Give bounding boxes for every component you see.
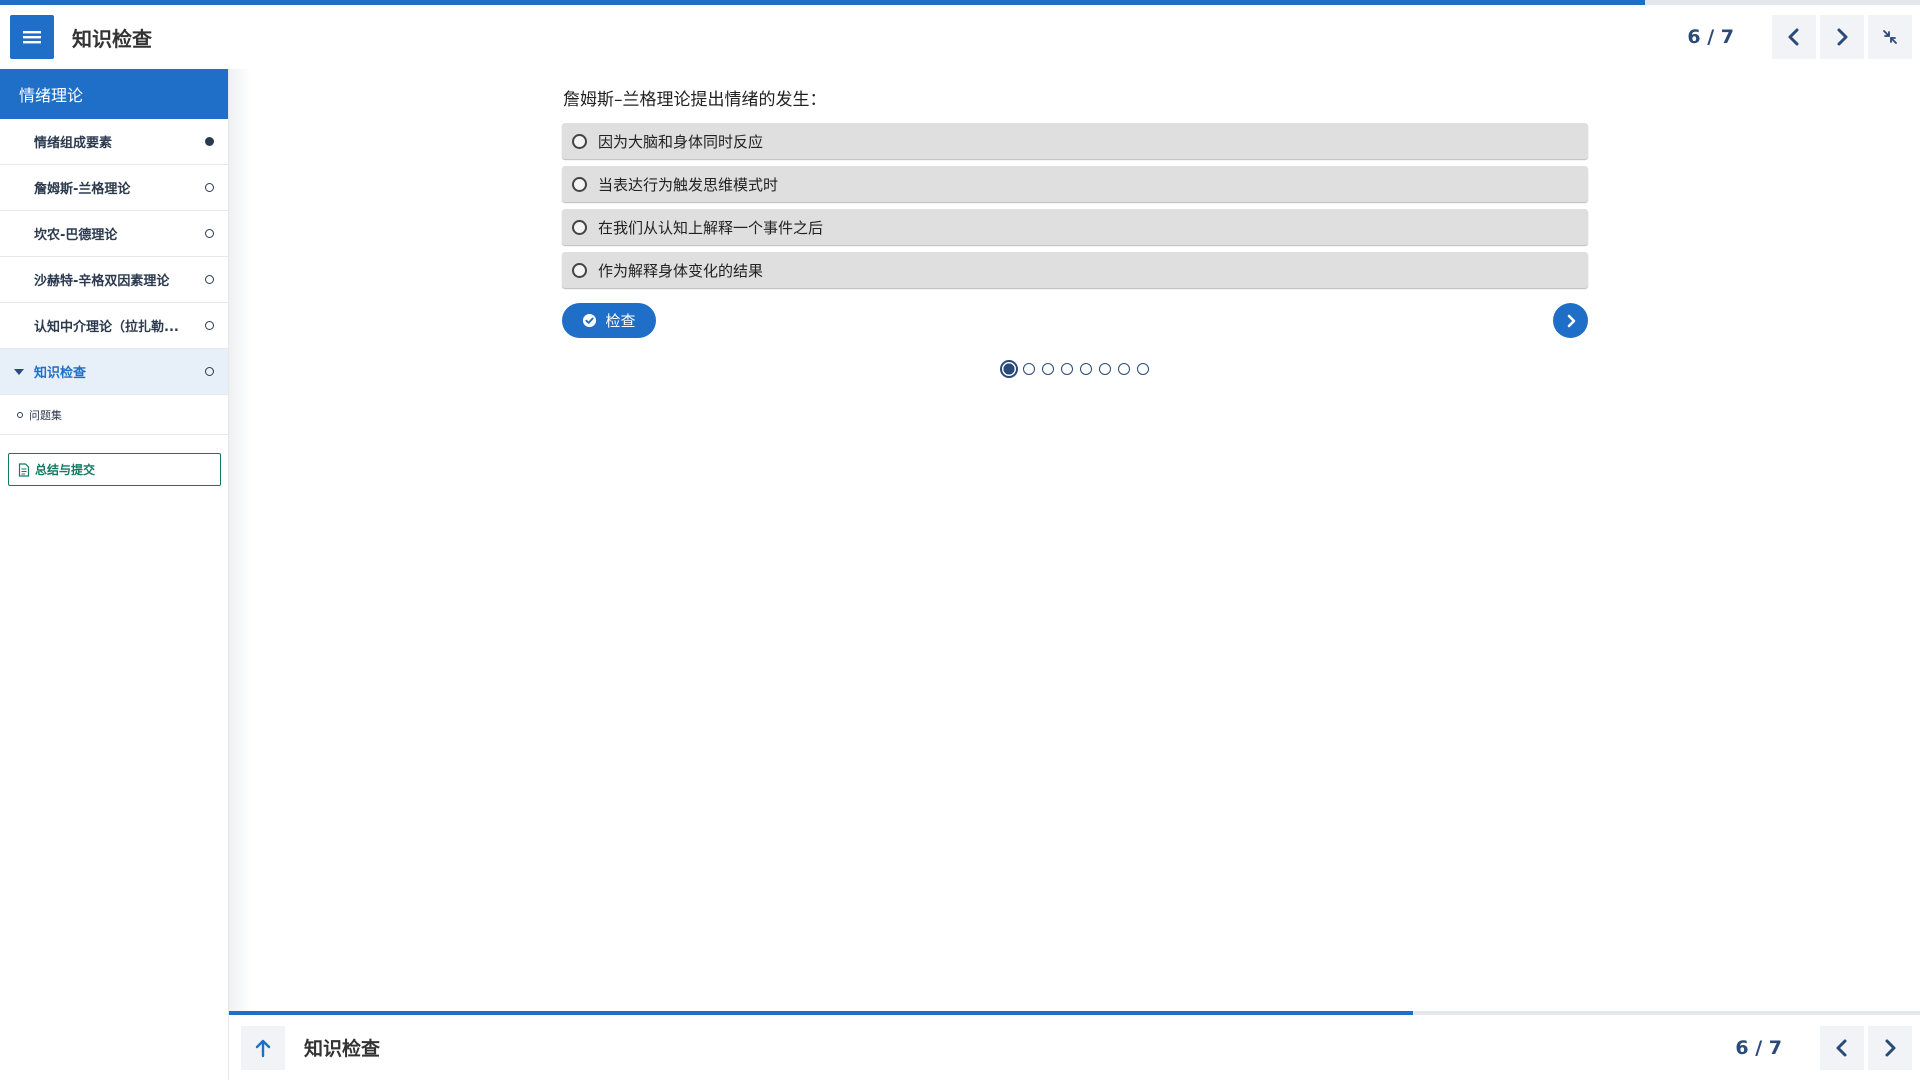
sidebar: 情绪理论 情绪组成要素 詹姆斯-兰格理论 坎农-巴德理论 沙赫特-辛格双因素理论… bbox=[0, 69, 229, 1080]
completed-status-icon bbox=[205, 137, 214, 146]
sidebar-item-james-lange[interactable]: 詹姆斯-兰格理论 bbox=[0, 165, 228, 211]
footer-prev-page-button[interactable] bbox=[1820, 1025, 1864, 1070]
next-question-button[interactable] bbox=[1553, 303, 1588, 338]
sidebar-item-label: 沙赫特-辛格双因素理论 bbox=[34, 274, 170, 289]
header: 知识检查 6 / 7 bbox=[0, 5, 1920, 69]
page-counter: 6 / 7 bbox=[1687, 26, 1734, 48]
next-page-button[interactable] bbox=[1820, 15, 1864, 59]
answer-option[interactable]: 在我们从认知上解释一个事件之后 bbox=[562, 209, 1588, 245]
radio-icon[interactable] bbox=[572, 176, 587, 192]
caret-down-icon bbox=[14, 368, 24, 375]
chevron-left-icon bbox=[1788, 28, 1799, 46]
pager-dot[interactable] bbox=[1137, 363, 1149, 375]
hamburger-menu-icon bbox=[23, 31, 41, 44]
answer-option-label: 因为大脑和身体同时反应 bbox=[598, 132, 764, 151]
answer-option-label: 在我们从认知上解释一个事件之后 bbox=[598, 218, 824, 237]
quiz-question: 詹姆斯–兰格理论提出情绪的发生： bbox=[563, 90, 827, 110]
sidebar-item-label: 坎农-巴德理论 bbox=[34, 228, 118, 243]
incomplete-status-icon bbox=[205, 183, 214, 192]
answer-option-label: 当表达行为触发思维模式时 bbox=[598, 175, 779, 194]
pager-dot[interactable] bbox=[1042, 363, 1054, 375]
chevron-right-icon bbox=[1567, 314, 1575, 327]
menu-button[interactable] bbox=[10, 15, 54, 59]
sidebar-subitem-question-set[interactable]: 问题集 bbox=[0, 395, 228, 435]
collapse-button[interactable] bbox=[1868, 15, 1912, 59]
answer-option[interactable]: 当表达行为触发思维模式时 bbox=[562, 166, 1588, 202]
prev-page-button[interactable] bbox=[1772, 15, 1816, 59]
answer-options: 因为大脑和身体同时反应 当表达行为触发思维模式时 在我们从认知上解释一个事件之后… bbox=[562, 123, 1588, 295]
footer-next-page-button[interactable] bbox=[1868, 1025, 1912, 1070]
chevron-left-icon bbox=[1836, 1039, 1847, 1056]
footer-page-counter: 6 / 7 bbox=[1735, 1036, 1782, 1059]
question-pager bbox=[1000, 360, 1156, 378]
radio-icon[interactable] bbox=[572, 262, 587, 278]
pager-dot[interactable] bbox=[1080, 363, 1092, 375]
summary-submit-label: 总结与提交 bbox=[35, 463, 96, 477]
footer: 知识检查 6 / 7 bbox=[229, 1011, 1920, 1080]
check-circle-icon bbox=[583, 313, 597, 328]
chevron-right-icon bbox=[1837, 28, 1848, 46]
sidebar-item-label: 詹姆斯-兰格理论 bbox=[34, 182, 131, 197]
pager-dot[interactable] bbox=[1099, 363, 1111, 375]
pager-dot[interactable] bbox=[1023, 363, 1035, 375]
chevron-right-icon bbox=[1885, 1039, 1896, 1056]
incomplete-status-icon bbox=[205, 275, 214, 284]
pager-dot[interactable] bbox=[1118, 363, 1130, 375]
sidebar-item-label: 知识检查 bbox=[34, 366, 87, 381]
sidebar-item-label: 认知中介理论（拉扎勒... bbox=[34, 320, 179, 335]
document-icon bbox=[18, 462, 30, 477]
main-content: 詹姆斯–兰格理论提出情绪的发生： 因为大脑和身体同时反应 当表达行为触发思维模式… bbox=[229, 69, 1920, 1011]
check-answer-label: 检查 bbox=[605, 312, 636, 330]
answer-option[interactable]: 因为大脑和身体同时反应 bbox=[562, 123, 1588, 159]
incomplete-status-icon bbox=[205, 321, 214, 330]
radio-icon[interactable] bbox=[572, 219, 587, 235]
sidebar-item-cannon-bard[interactable]: 坎农-巴德理论 bbox=[0, 211, 228, 257]
scroll-top-button[interactable] bbox=[241, 1025, 285, 1070]
sidebar-section-title[interactable]: 情绪理论 bbox=[0, 69, 228, 119]
answer-option[interactable]: 作为解释身体变化的结果 bbox=[562, 252, 1588, 288]
pager-dot-current[interactable] bbox=[1000, 360, 1018, 378]
arrow-up-icon bbox=[255, 1039, 271, 1057]
sidebar-item-knowledge-check[interactable]: 知识检查 bbox=[0, 349, 228, 395]
bullet-icon bbox=[17, 411, 23, 418]
sidebar-item-emotion-components[interactable]: 情绪组成要素 bbox=[0, 119, 228, 165]
sidebar-item-cognitive-mediational[interactable]: 认知中介理论（拉扎勒... bbox=[0, 303, 228, 349]
check-answer-button[interactable]: 检查 bbox=[562, 303, 656, 338]
sidebar-item-schachter-singer[interactable]: 沙赫特-辛格双因素理论 bbox=[0, 257, 228, 303]
page-title: 知识检查 bbox=[72, 26, 152, 51]
sidebar-subitem-label: 问题集 bbox=[29, 408, 62, 422]
answer-option-label: 作为解释身体变化的结果 bbox=[598, 261, 764, 280]
pager-dot[interactable] bbox=[1061, 363, 1073, 375]
footer-title: 知识检查 bbox=[304, 1038, 381, 1060]
incomplete-status-icon bbox=[205, 367, 214, 376]
radio-icon[interactable] bbox=[572, 133, 587, 149]
sidebar-item-label: 情绪组成要素 bbox=[34, 136, 113, 151]
incomplete-status-icon bbox=[205, 229, 214, 238]
minimize-icon bbox=[1883, 30, 1897, 44]
summary-submit-button[interactable]: 总结与提交 bbox=[8, 453, 221, 486]
